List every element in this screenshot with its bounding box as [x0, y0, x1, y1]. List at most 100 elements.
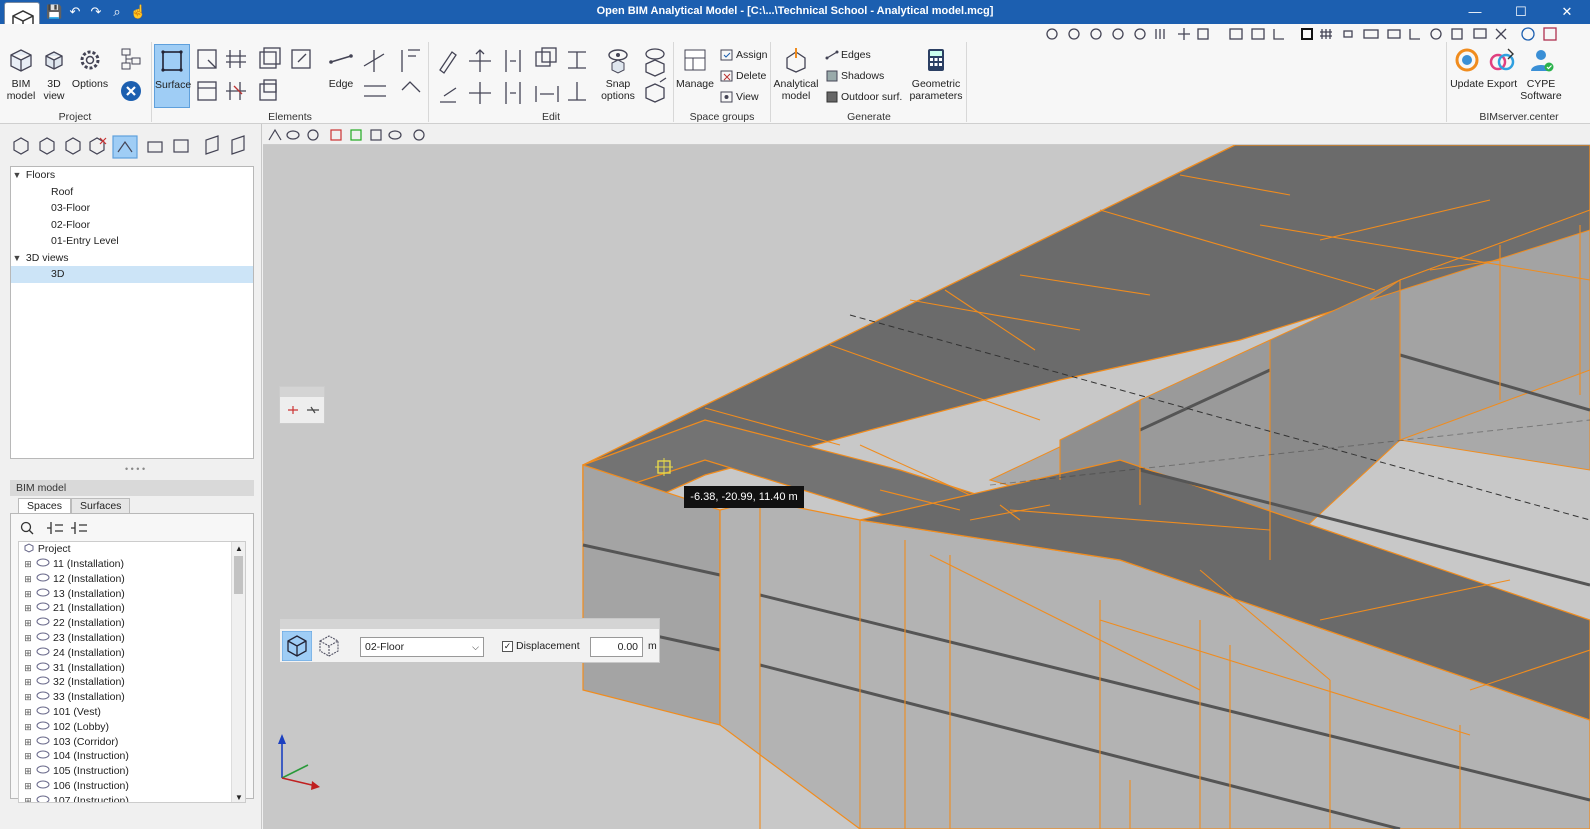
- expand-plus-icon[interactable]: ⊞: [23, 616, 33, 631]
- bim-tree-toolbar[interactable]: [19, 520, 89, 536]
- tree-item-floor[interactable]: 02-Floor: [11, 217, 253, 234]
- expand-plus-icon[interactable]: ⊞: [23, 631, 33, 646]
- list-item[interactable]: ⊞ 101 (Vest): [19, 705, 231, 720]
- shadows-button[interactable]: Shadows: [841, 70, 884, 82]
- tab-surfaces[interactable]: Surfaces: [71, 498, 131, 513]
- geometric-parameters-button[interactable]: Geometric parameters: [908, 46, 964, 102]
- outdoor-surf-button[interactable]: Outdoor surf.: [841, 91, 902, 103]
- list-item[interactable]: ⊞ 32 (Installation): [19, 675, 231, 690]
- list-item[interactable]: ⊞ 31 (Installation): [19, 661, 231, 676]
- update-button[interactable]: Update: [1449, 46, 1485, 90]
- edge-tools-icons[interactable]: [360, 46, 390, 108]
- expand-plus-icon[interactable]: ⊞: [23, 764, 33, 779]
- tree-item-3d-view[interactable]: 3D: [11, 266, 253, 283]
- cype-software-button[interactable]: CYPE Software: [1520, 46, 1562, 102]
- tree-item-floor[interactable]: 03-Floor: [11, 200, 253, 217]
- expand-plus-icon[interactable]: ⊞: [23, 720, 33, 735]
- expand-plus-icon[interactable]: ⊞: [23, 572, 33, 587]
- list-item[interactable]: ⊞ 33 (Installation): [19, 690, 231, 705]
- analytical-model-button[interactable]: Analytical model: [772, 46, 820, 102]
- list-item[interactable]: ⊞ 22 (Installation): [19, 616, 231, 631]
- surface-tools-icons[interactable]: [194, 46, 318, 108]
- list-item[interactable]: ⊞ 102 (Lobby): [19, 720, 231, 735]
- view-toolbar-icons[interactable]: [1044, 26, 1564, 42]
- manage-button[interactable]: Manage: [676, 46, 714, 90]
- bim-model-button[interactable]: BIM model: [4, 46, 38, 102]
- edges-button[interactable]: Edges: [841, 49, 871, 61]
- expand-plus-icon[interactable]: ⊞: [23, 705, 33, 720]
- tree-item-floor[interactable]: 01-Entry Level: [11, 233, 253, 250]
- expand-plus-icon[interactable]: ⊞: [23, 557, 33, 572]
- tree-node-project[interactable]: Project: [19, 542, 231, 557]
- list-item[interactable]: ⊞ 104 (Instruction): [19, 749, 231, 764]
- floor-plane-view-icon[interactable]: [282, 631, 312, 661]
- edges-icon[interactable]: [825, 48, 839, 62]
- view-button[interactable]: View: [736, 91, 759, 103]
- vertical-scrollbar[interactable]: ▲ ▼: [231, 542, 245, 802]
- cancel-icon[interactable]: [118, 78, 144, 104]
- list-item[interactable]: ⊞ 23 (Installation): [19, 631, 231, 646]
- edit-tools-icons[interactable]: [396, 46, 596, 108]
- expand-plus-icon[interactable]: ⊞: [23, 646, 33, 661]
- panel-toolbar-icons[interactable]: [10, 134, 254, 160]
- assign-button[interactable]: Assign: [736, 49, 768, 61]
- assign-icon[interactable]: [720, 48, 734, 62]
- delete-button[interactable]: Delete: [736, 70, 766, 82]
- snap-toggle-icons[interactable]: [285, 403, 321, 417]
- expand-plus-icon[interactable]: ⊞: [23, 690, 33, 705]
- tree-node-floors[interactable]: ▼ Floors: [11, 167, 253, 184]
- tree-item-floor[interactable]: Roof: [11, 184, 253, 201]
- list-item[interactable]: ⊞ 13 (Installation): [19, 587, 231, 602]
- 3d-view-button[interactable]: 3D view: [40, 46, 68, 102]
- scrollbar-thumb[interactable]: [234, 556, 243, 594]
- list-item[interactable]: ⊞ 12 (Installation): [19, 572, 231, 587]
- window-title: Open BIM Analytical Model - [C:\...\Tech…: [596, 5, 994, 17]
- floor-wireframe-view-icon[interactable]: [314, 631, 344, 661]
- expand-plus-icon[interactable]: ⊞: [23, 661, 33, 676]
- view-icon[interactable]: [720, 90, 734, 104]
- list-item[interactable]: ⊞ 21 (Installation): [19, 601, 231, 616]
- floors-tree: ▼ Floors Roof 03-Floor 02-Floor 01-Entry…: [10, 166, 254, 459]
- close-button[interactable]: ✕: [1544, 0, 1590, 24]
- surface-button[interactable]: Surface: [154, 44, 191, 108]
- floor-select[interactable]: 02-Floor ⌵: [360, 637, 484, 657]
- export-button[interactable]: Export: [1486, 46, 1518, 90]
- maximize-button[interactable]: ☐: [1498, 0, 1544, 24]
- list-item[interactable]: ⊞ 106 (Instruction): [19, 779, 231, 794]
- expand-plus-icon[interactable]: ⊞: [23, 675, 33, 690]
- displacement-checkbox[interactable]: ✓: [502, 641, 513, 652]
- list-item[interactable]: ⊞ 103 (Corridor): [19, 735, 231, 750]
- displacement-input[interactable]: 0.00: [590, 637, 643, 657]
- 3d-viewport[interactable]: [263, 145, 1590, 829]
- scroll-down-icon[interactable]: ▼: [235, 793, 243, 802]
- snap-options-button[interactable]: Snap options: [600, 46, 636, 102]
- delete-icon[interactable]: [720, 69, 734, 83]
- shadows-icon[interactable]: [825, 69, 839, 83]
- calculator-icon: [928, 49, 944, 71]
- list-item[interactable]: ⊞ 24 (Installation): [19, 646, 231, 661]
- expand-plus-icon[interactable]: ⊞: [23, 779, 33, 794]
- space-label: 24 (Installation): [53, 646, 125, 659]
- mini-panel-header[interactable]: [280, 387, 324, 397]
- expand-plus-icon[interactable]: ⊞: [23, 601, 33, 616]
- expand-plus-icon[interactable]: ⊞: [23, 794, 33, 802]
- building-3d-model[interactable]: [263, 145, 1590, 829]
- panel-splitter[interactable]: • • • •: [125, 464, 145, 474]
- tab-spaces[interactable]: Spaces: [18, 498, 72, 513]
- edge-button[interactable]: Edge: [326, 46, 356, 90]
- expand-plus-icon[interactable]: ⊞: [23, 587, 33, 602]
- minimize-button[interactable]: —: [1452, 0, 1498, 24]
- expand-plus-icon[interactable]: ⊞: [23, 749, 33, 764]
- scroll-up-icon[interactable]: ▲: [235, 544, 243, 553]
- floor-bar-header[interactable]: [280, 619, 659, 629]
- outdoor-surface-icon[interactable]: [825, 90, 839, 104]
- options-button[interactable]: Options: [70, 46, 110, 90]
- expand-plus-icon[interactable]: ⊞: [23, 735, 33, 750]
- list-item[interactable]: ⊞ 107 (Instruction): [19, 794, 231, 802]
- tree-node-3d-views[interactable]: ▼ 3D views: [11, 250, 253, 267]
- snap-view-icons[interactable]: [640, 46, 670, 108]
- hierarchy-icon[interactable]: [118, 46, 144, 72]
- list-item[interactable]: ⊞ 11 (Installation): [19, 557, 231, 572]
- viewport-tool-icons[interactable]: [267, 127, 437, 143]
- list-item[interactable]: ⊞ 105 (Instruction): [19, 764, 231, 779]
